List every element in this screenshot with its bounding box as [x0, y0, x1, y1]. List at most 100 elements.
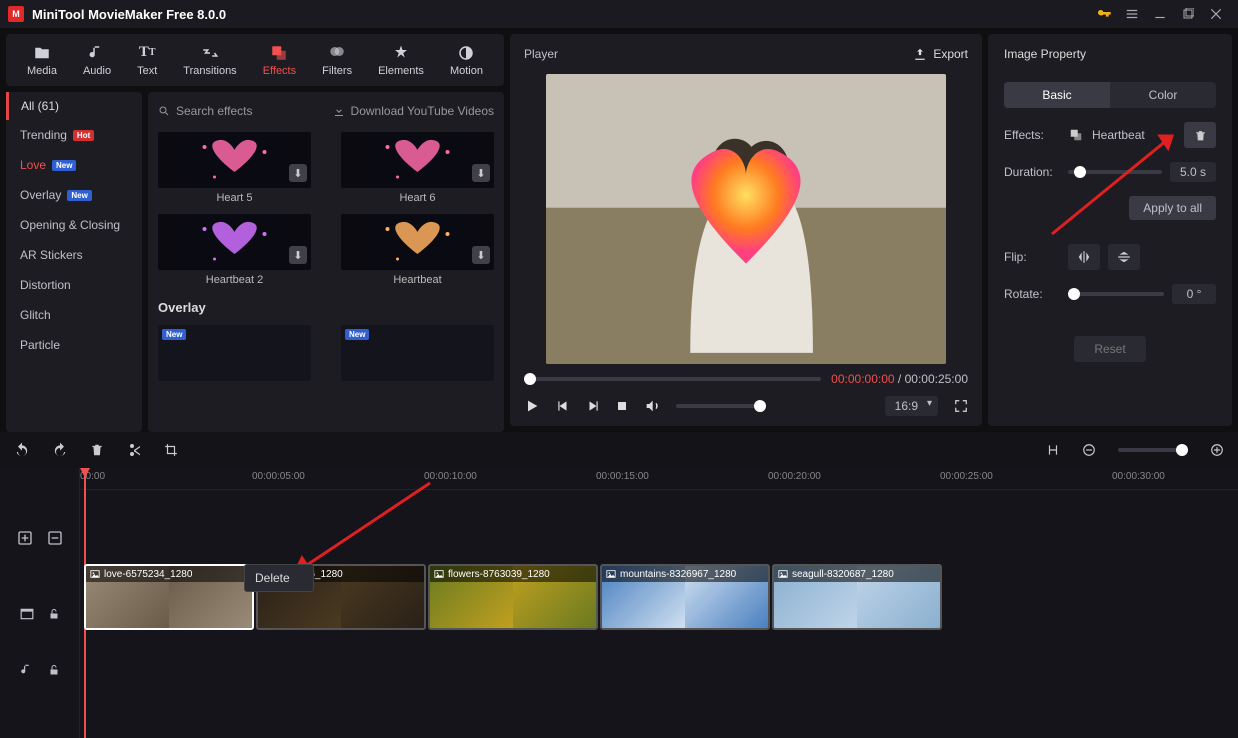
- activation-key-icon[interactable]: [1090, 2, 1118, 26]
- toolbar-filters[interactable]: Filters: [314, 40, 360, 81]
- menu-icon[interactable]: [1118, 2, 1146, 26]
- gallery-section-overlay: Overlay: [158, 300, 494, 315]
- undo-button[interactable]: [14, 442, 30, 458]
- fullscreen-button[interactable]: [954, 399, 968, 413]
- category-distortion[interactable]: Distortion: [6, 270, 142, 300]
- player-title: Player: [524, 47, 558, 61]
- clip-mountains-8326967_1280[interactable]: mountains-8326967_1280: [600, 564, 770, 630]
- flip-horizontal-button[interactable]: [1068, 244, 1100, 270]
- delete-button[interactable]: [90, 443, 104, 457]
- category-love[interactable]: LoveNew: [6, 150, 142, 180]
- main-toolbar: Media Audio TTText Transitions Effects F…: [6, 34, 504, 86]
- toolbar-transitions[interactable]: Transitions: [175, 40, 244, 81]
- audio-track-lock[interactable]: [48, 664, 60, 676]
- play-button[interactable]: [524, 398, 540, 414]
- aspect-ratio-select[interactable]: 16:9: [885, 396, 938, 416]
- remove-track-button[interactable]: [47, 530, 63, 546]
- prev-frame-button[interactable]: [556, 399, 570, 413]
- timeline-ruler[interactable]: 00:0000:00:05:0000:00:10:0000:00:15:0000…: [80, 468, 1238, 490]
- ruler-tick: 00:00:05:00: [252, 471, 305, 482]
- search-icon: [158, 105, 170, 117]
- clip-love-6575234_1280[interactable]: love-6575234_1280: [84, 564, 254, 630]
- redo-button[interactable]: [52, 442, 68, 458]
- split-button[interactable]: [126, 442, 142, 458]
- category-particle[interactable]: Particle: [6, 330, 142, 360]
- image-icon: [434, 569, 444, 579]
- search-effects[interactable]: Search effects: [158, 104, 325, 118]
- download-icon[interactable]: ⬇: [472, 246, 490, 264]
- duration-value[interactable]: 5.0 s: [1170, 162, 1216, 182]
- apply-to-all-button[interactable]: Apply to all: [1129, 196, 1216, 220]
- toolbar-media[interactable]: Media: [19, 40, 65, 81]
- flip-vertical-button[interactable]: [1108, 244, 1140, 270]
- crop-button[interactable]: [164, 443, 178, 457]
- category-opening-closing[interactable]: Opening & Closing: [6, 210, 142, 240]
- category-glitch[interactable]: Glitch: [6, 300, 142, 330]
- effect-thumb-heartbeat[interactable]: ⬇Heartbeat: [341, 214, 494, 286]
- player-viewport[interactable]: ›: [546, 74, 946, 364]
- toolbar-elements[interactable]: Elements: [370, 40, 432, 81]
- download-icon[interactable]: ⬇: [289, 164, 307, 182]
- export-button[interactable]: Export: [913, 47, 968, 61]
- effect-thumb-overlay-1[interactable]: New: [341, 325, 494, 385]
- ruler-tick: 00:00:15:00: [596, 471, 649, 482]
- download-icon: [333, 105, 345, 117]
- volume-button[interactable]: [644, 398, 660, 414]
- zoom-out-button[interactable]: [1082, 443, 1096, 457]
- effects-label: Effects:: [1004, 128, 1060, 142]
- category-trending[interactable]: TrendingHot: [6, 120, 142, 150]
- duration-label: Duration:: [1004, 165, 1060, 179]
- minimize-icon[interactable]: [1146, 2, 1174, 26]
- effect-thumb-heart-6[interactable]: ⬇Heart 6: [341, 132, 494, 204]
- toolbar-audio[interactable]: Audio: [75, 40, 119, 81]
- flip-label: Flip:: [1004, 250, 1060, 264]
- close-icon[interactable]: [1202, 2, 1230, 26]
- rotate-value[interactable]: 0 °: [1172, 284, 1216, 304]
- image-icon: [90, 569, 100, 579]
- toolbar-effects[interactable]: Effects: [255, 40, 304, 81]
- effect-gallery: Search effects Download YouTube Videos ⬇…: [148, 92, 504, 432]
- clip-flowers-8763039_1280[interactable]: flowers-8763039_1280: [428, 564, 598, 630]
- duration-slider[interactable]: [1068, 170, 1162, 174]
- download-icon[interactable]: ⬇: [472, 164, 490, 182]
- effect-thumb-overlay-0[interactable]: New: [158, 325, 311, 385]
- reset-button[interactable]: Reset: [1074, 336, 1145, 362]
- category-ar-stickers[interactable]: AR Stickers: [6, 240, 142, 270]
- audio-track-icon: [20, 663, 34, 677]
- tab-color[interactable]: Color: [1110, 82, 1216, 108]
- add-track-button[interactable]: [17, 530, 33, 546]
- timeline-toolbar: [0, 432, 1238, 468]
- effect-category-list: All (61) TrendingHotLoveNewOverlayNewOpe…: [6, 92, 142, 432]
- video-track-lock[interactable]: [48, 608, 60, 620]
- zoom-slider[interactable]: [1118, 448, 1188, 452]
- search-placeholder: Search effects: [176, 104, 253, 118]
- volume-slider[interactable]: [676, 404, 766, 408]
- titlebar: M MiniTool MovieMaker Free 8.0.0: [0, 0, 1238, 28]
- next-frame-button[interactable]: [586, 399, 600, 413]
- effect-icon: [1068, 128, 1084, 142]
- player-panel: Player Export: [510, 34, 982, 426]
- context-menu-delete[interactable]: Delete: [244, 564, 314, 592]
- effect-thumb-heart-5[interactable]: ⬇Heart 5: [158, 132, 311, 204]
- toolbar-motion[interactable]: Motion: [442, 40, 491, 81]
- tab-basic[interactable]: Basic: [1004, 82, 1110, 108]
- rotate-slider[interactable]: [1068, 292, 1164, 296]
- delete-effect-button[interactable]: [1184, 122, 1216, 148]
- maximize-icon[interactable]: [1174, 2, 1202, 26]
- clip-seagull-8320687_1280[interactable]: seagull-8320687_1280: [772, 564, 942, 630]
- stop-button[interactable]: [616, 400, 628, 412]
- download-youtube-link[interactable]: Download YouTube Videos: [333, 104, 494, 118]
- ruler-tick: 00:00:30:00: [1112, 471, 1165, 482]
- timeline-fit-button[interactable]: [1046, 443, 1060, 457]
- category-all[interactable]: All (61): [6, 92, 142, 120]
- player-scrubber[interactable]: [524, 377, 821, 381]
- zoom-in-button[interactable]: [1210, 443, 1224, 457]
- category-overlay[interactable]: OverlayNew: [6, 180, 142, 210]
- export-icon: [913, 47, 927, 61]
- rotate-label: Rotate:: [1004, 287, 1060, 301]
- download-icon[interactable]: ⬇: [289, 246, 307, 264]
- toolbar-text[interactable]: TTText: [129, 40, 165, 81]
- effect-name: Heartbeat: [1092, 128, 1145, 142]
- ruler-tick: 00:00:20:00: [768, 471, 821, 482]
- effect-thumb-heartbeat-2[interactable]: ⬇Heartbeat 2: [158, 214, 311, 286]
